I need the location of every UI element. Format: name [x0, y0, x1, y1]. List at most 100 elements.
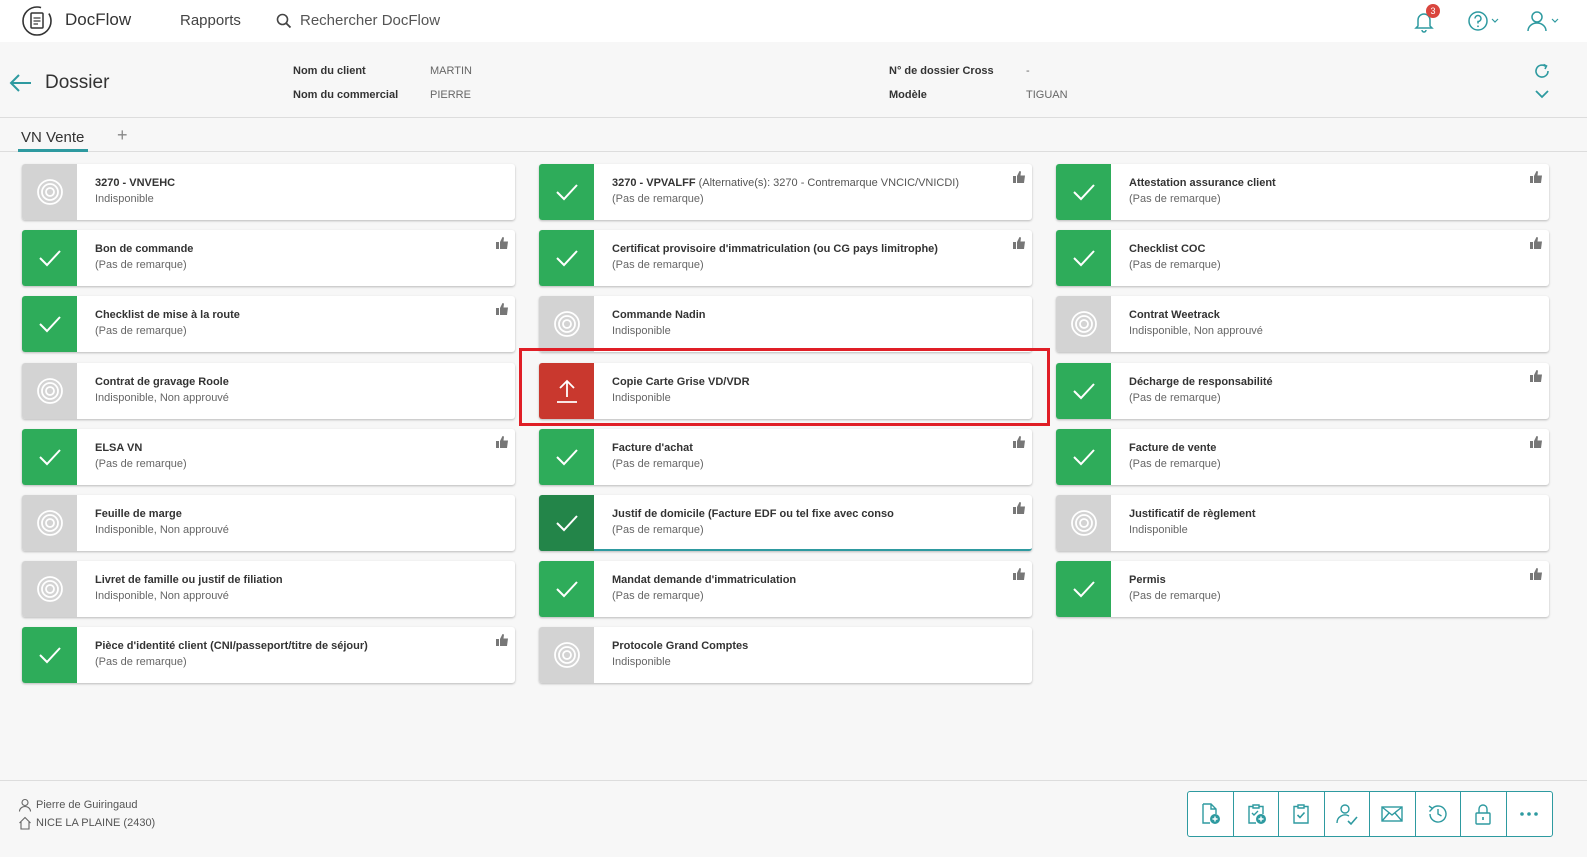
highlight-box: [519, 348, 1050, 426]
footer-site: NICE LA PLAINE (2430): [18, 816, 155, 830]
checklist-button[interactable]: [1279, 792, 1325, 836]
search-icon: [276, 13, 292, 28]
document-status-text: Indisponible, Non approuvé: [95, 524, 229, 536]
thumbs-up-icon[interactable]: [1529, 369, 1543, 383]
document-card[interactable]: Feuille de marge Indisponible, Non approu…: [22, 495, 515, 551]
document-status-text: (Pas de remarque): [1129, 590, 1221, 602]
document-status: [1056, 296, 1111, 352]
document-card[interactable]: Protocole Grand Comptes Indisponible: [539, 627, 1032, 683]
document-card[interactable]: Checklist COC (Pas de remarque): [1056, 230, 1549, 286]
footer: Pierre de Guiringaud NICE LA PLAINE (243…: [0, 780, 1587, 857]
check-icon: [555, 449, 578, 466]
document-card[interactable]: Mandat demande d'immatriculation (Pas de …: [539, 561, 1032, 617]
document-card[interactable]: Permis (Pas de remarque): [1056, 561, 1549, 617]
thumbs-up-icon[interactable]: [1012, 236, 1026, 250]
document-status: [22, 164, 77, 220]
docflow-logo-icon[interactable]: [20, 4, 54, 38]
history-icon: [1428, 805, 1447, 823]
brand-name[interactable]: DocFlow: [65, 10, 131, 30]
thumbs-up-icon[interactable]: [1012, 435, 1026, 449]
document-title: Facture d'achat: [612, 442, 693, 454]
document-status-text: (Pas de remarque): [1129, 193, 1221, 205]
document-status-text: (Pas de remarque): [95, 259, 187, 271]
document-status: [22, 230, 77, 286]
document-status-text: Indisponible: [612, 656, 671, 668]
document-card[interactable]: Bon de commande (Pas de remarque): [22, 230, 515, 286]
tab-bar: VN Vente +: [0, 118, 1587, 152]
top-bar: DocFlow Rapports Rechercher DocFlow 3: [0, 0, 1587, 42]
search-box[interactable]: Rechercher DocFlow: [276, 12, 440, 29]
unavailable-target-icon: [36, 378, 63, 404]
document-title: Facture de vente: [1129, 442, 1217, 454]
document-card[interactable]: 3270 - VPVALFF (Alternative(s): 3270 - C…: [539, 164, 1032, 220]
history-button[interactable]: [1416, 792, 1461, 836]
document-status: [1056, 363, 1111, 419]
check-icon: [1072, 581, 1095, 598]
thumbs-up-icon[interactable]: [495, 435, 509, 449]
document-card[interactable]: Certificat provisoire d'immatriculation …: [539, 230, 1032, 286]
document-card[interactable]: Facture de vente (Pas de remarque): [1056, 429, 1549, 485]
thumbs-up-icon[interactable]: [1529, 435, 1543, 449]
document-title: Permis: [1129, 574, 1166, 586]
chevron-down-icon[interactable]: [1534, 88, 1550, 100]
document-title: Attestation assurance client: [1129, 177, 1276, 189]
document-card[interactable]: 3270 - VNVEHC Indisponible: [22, 164, 515, 220]
document-card[interactable]: Attestation assurance client (Pas de rema…: [1056, 164, 1549, 220]
document-title: Pièce d'identité client (CNI/passeport/t…: [95, 640, 368, 652]
thumbs-up-icon[interactable]: [1529, 170, 1543, 184]
document-card[interactable]: Justificatif de règlement Indisponible: [1056, 495, 1549, 551]
user-check-icon: [1336, 804, 1358, 826]
unavailable-target-icon: [36, 179, 63, 205]
document-title: Décharge de responsabilité: [1129, 376, 1273, 388]
user-check-button[interactable]: [1325, 792, 1370, 836]
back-arrow-icon[interactable]: [8, 70, 34, 96]
active-tab-indicator: [18, 149, 88, 152]
document-status: [539, 296, 594, 352]
user-icon[interactable]: [1526, 10, 1560, 32]
add-document-button[interactable]: [1188, 792, 1234, 836]
thumbs-up-icon[interactable]: [1012, 501, 1026, 515]
document-status: [1056, 230, 1111, 286]
mail-button[interactable]: [1370, 792, 1416, 836]
document-status-text: (Pas de remarque): [1129, 392, 1221, 404]
thumbs-up-icon[interactable]: [1012, 567, 1026, 581]
more-button[interactable]: [1507, 792, 1553, 836]
document-card[interactable]: ELSA VN (Pas de remarque): [22, 429, 515, 485]
refresh-icon[interactable]: [1533, 62, 1551, 80]
add-clipboard-button[interactable]: [1234, 792, 1279, 836]
document-title: Contrat de gravage Roole: [95, 376, 229, 388]
thumbs-up-icon[interactable]: [495, 236, 509, 250]
help-icon[interactable]: [1467, 10, 1499, 32]
thumbs-up-icon[interactable]: [1012, 170, 1026, 184]
document-card[interactable]: Checklist de mise à la route (Pas de rema…: [22, 296, 515, 352]
footer-user-name: Pierre de Guiringaud: [36, 799, 138, 811]
document-card[interactable]: Justif de domicile (Facture EDF ou tel f…: [539, 495, 1032, 551]
document-card[interactable]: Facture d'achat (Pas de remarque): [539, 429, 1032, 485]
check-icon: [555, 250, 578, 267]
document-status: [22, 429, 77, 485]
document-title: Bon de commande: [95, 243, 194, 255]
add-tab-button[interactable]: +: [117, 125, 128, 146]
thumbs-up-icon[interactable]: [495, 633, 509, 647]
document-card[interactable]: Pièce d'identité client (CNI/passeport/t…: [22, 627, 515, 683]
lock-button[interactable]: [1461, 792, 1507, 836]
thumbs-up-icon[interactable]: [495, 302, 509, 316]
document-card[interactable]: Décharge de responsabilité (Pas de remarq…: [1056, 363, 1549, 419]
thumbs-up-icon[interactable]: [1529, 567, 1543, 581]
notification-badge: 3: [1426, 4, 1440, 18]
document-status: [1056, 164, 1111, 220]
tab-vn-vente[interactable]: VN Vente: [21, 129, 84, 146]
document-title: Justificatif de règlement: [1129, 508, 1256, 520]
nav-reports-link[interactable]: Rapports: [180, 12, 241, 29]
document-title: Livret de famille ou justif de filiation: [95, 574, 283, 586]
cross-file-number-label: N° de dossier Cross: [889, 65, 994, 77]
document-card[interactable]: Livret de famille ou justif de filiation…: [22, 561, 515, 617]
footer-site-name: NICE LA PLAINE (2430): [36, 817, 156, 829]
add-clipboard-icon: [1248, 804, 1266, 824]
document-status: [539, 627, 594, 683]
thumbs-up-icon[interactable]: [1529, 236, 1543, 250]
document-card[interactable]: Contrat de gravage Roole Indisponible, No…: [22, 363, 515, 419]
dossier-header: Dossier Nom du client MARTIN Nom du comm…: [0, 50, 1587, 118]
document-card[interactable]: Contrat Weetrack Indisponible, Non approu…: [1056, 296, 1549, 352]
document-card[interactable]: Commande Nadin Indisponible: [539, 296, 1032, 352]
